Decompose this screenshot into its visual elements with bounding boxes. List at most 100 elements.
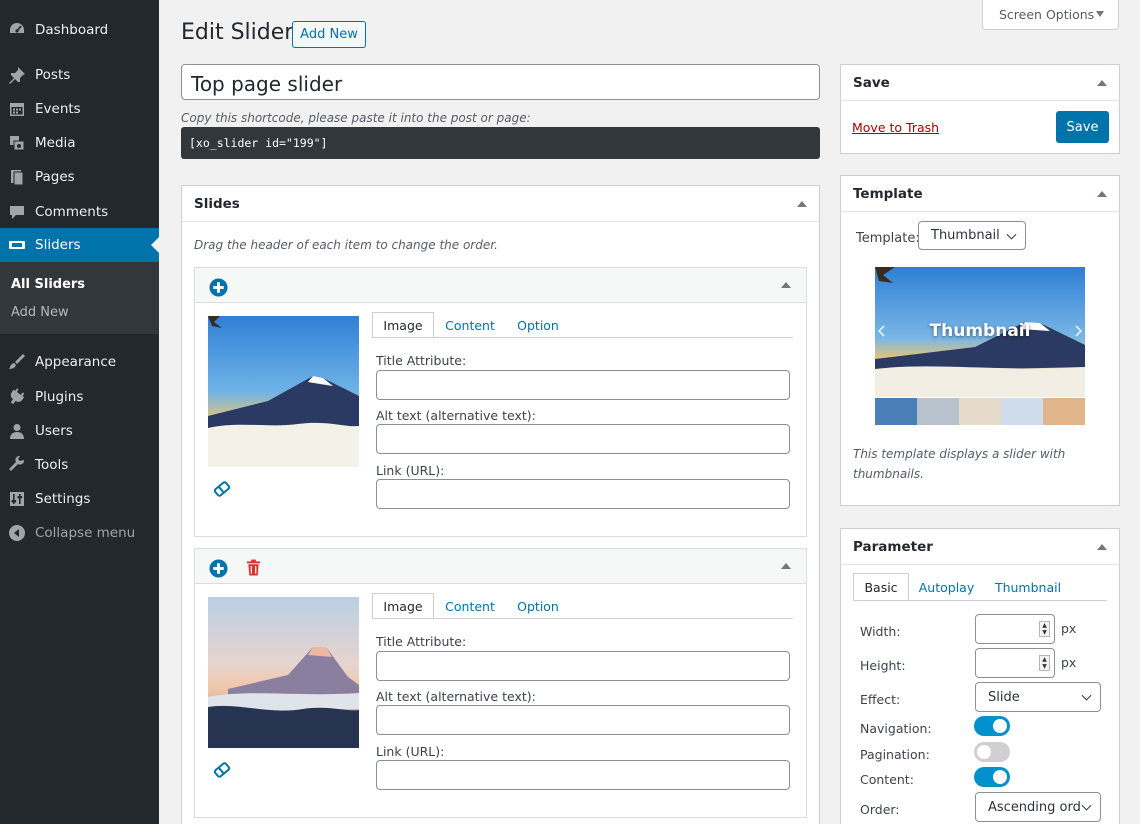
collapse-arrow-icon[interactable]: [1097, 80, 1107, 86]
shortcode-box[interactable]: [xo_slider id="199"]: [181, 127, 820, 159]
menu-users[interactable]: Users: [0, 414, 159, 448]
menu-posts-label: Posts: [35, 67, 71, 83]
template-panel-title: Template: [853, 186, 923, 202]
slide-item: Image Content Option Title Attribute: Al…: [194, 548, 807, 818]
screen-options-button[interactable]: Screen Options: [982, 0, 1119, 30]
menu-events[interactable]: Events: [0, 92, 159, 126]
slides-hint: Drag the header of each item to change t…: [194, 238, 498, 252]
shortcode-text: [xo_slider id="199"]: [189, 136, 328, 150]
template-panel: Template Template: Thumbnail Thumbnail T…: [840, 175, 1120, 506]
menu-media-label: Media: [35, 135, 76, 151]
menu-pages-label: Pages: [35, 169, 75, 185]
menu-posts[interactable]: Posts: [0, 58, 159, 92]
tab-image[interactable]: Image: [372, 593, 434, 619]
template-panel-header[interactable]: Template: [841, 176, 1119, 212]
tab-autoplay[interactable]: Autoplay: [914, 574, 979, 600]
add-slide-icon[interactable]: [209, 278, 228, 297]
menu-appearance[interactable]: Appearance: [0, 345, 159, 379]
tab-image[interactable]: Image: [372, 312, 434, 338]
menu-plugins[interactable]: Plugins: [0, 380, 159, 414]
sliders-submenu: All Sliders Add New: [0, 262, 159, 334]
parameter-panel-header[interactable]: Parameter: [841, 529, 1119, 565]
height-unit: px: [1061, 655, 1077, 670]
pin-icon: [9, 67, 25, 84]
slides-panel-header[interactable]: Slides: [182, 186, 819, 222]
dashboard-icon: [10, 23, 24, 33]
effect-select[interactable]: Slide: [975, 682, 1101, 712]
link-url-input[interactable]: [376, 479, 790, 509]
add-new-button[interactable]: Add New: [292, 21, 366, 48]
toggle-knob: [993, 719, 1007, 733]
user-icon: [10, 424, 24, 439]
brush-icon: [9, 354, 25, 369]
chevron-down-icon: [1081, 800, 1092, 811]
collapse-menu[interactable]: Collapse menu: [0, 516, 159, 550]
calendar-icon: [10, 103, 24, 116]
width-input[interactable]: ▲ ▼: [975, 614, 1055, 644]
content-toggle[interactable]: [974, 767, 1010, 787]
submenu-add-new[interactable]: Add New: [11, 305, 69, 320]
pagination-label: Pagination:: [860, 747, 930, 762]
collapse-arrow-icon[interactable]: [1097, 544, 1107, 550]
menu-sliders[interactable]: Sliders: [0, 228, 159, 262]
height-input[interactable]: ▲ ▼: [975, 648, 1055, 678]
slide-item-header[interactable]: [195, 268, 806, 303]
spinner-icon[interactable]: ▲ ▼: [1039, 621, 1050, 637]
menu-sliders-label: Sliders: [35, 237, 81, 253]
slides-panel-title: Slides: [194, 196, 240, 212]
template-select[interactable]: Thumbnail: [918, 221, 1026, 250]
order-select[interactable]: Ascending ord: [975, 792, 1101, 822]
width-label: Width:: [860, 624, 901, 639]
save-button[interactable]: Save: [1056, 111, 1109, 143]
menu-media[interactable]: Media: [0, 126, 159, 160]
menu-settings-label: Settings: [35, 491, 91, 507]
media-icon: [10, 136, 25, 151]
slide-item: Image Content Option Title Attribute: Al…: [194, 267, 807, 537]
tab-divider: [853, 600, 1107, 601]
tab-option[interactable]: Option: [508, 593, 568, 619]
collapse-arrow-icon[interactable]: [797, 201, 807, 207]
navigation-toggle[interactable]: [974, 716, 1010, 736]
menu-pages[interactable]: Pages: [0, 160, 159, 194]
eraser-icon[interactable]: [212, 760, 232, 780]
screen-options-label: Screen Options: [999, 7, 1095, 22]
submenu-all-sliders[interactable]: All Sliders: [11, 277, 85, 292]
alt-text-input[interactable]: [376, 705, 790, 735]
link-url-input[interactable]: [376, 760, 790, 790]
menu-dashboard[interactable]: Dashboard: [0, 13, 159, 47]
template-description: This template displays a slider with thu…: [853, 447, 1066, 481]
menu-plugins-label: Plugins: [35, 389, 84, 405]
tab-option[interactable]: Option: [508, 312, 568, 338]
slide-item-header[interactable]: [195, 549, 806, 584]
title-attribute-input[interactable]: [376, 370, 790, 400]
wrench-icon: [9, 456, 25, 471]
move-to-trash-link[interactable]: Move to Trash: [852, 120, 939, 135]
width-unit: px: [1061, 621, 1077, 636]
shortcode-hint: Copy this shortcode, please paste it int…: [181, 111, 531, 125]
slider-title-input[interactable]: Top page slider: [181, 64, 820, 100]
eraser-icon[interactable]: [212, 479, 232, 499]
slide-collapse-icon[interactable]: [781, 563, 791, 569]
menu-comments[interactable]: Comments: [0, 195, 159, 229]
save-panel-header[interactable]: Save: [841, 65, 1119, 101]
tab-thumbnail[interactable]: Thumbnail: [991, 574, 1065, 600]
slide-collapse-icon[interactable]: [781, 282, 791, 288]
tab-content[interactable]: Content: [438, 312, 502, 338]
pagination-toggle[interactable]: [974, 742, 1010, 762]
spinner-icon[interactable]: ▲ ▼: [1039, 655, 1050, 671]
add-slide-icon[interactable]: [209, 559, 228, 578]
caret-down-icon: [1096, 11, 1104, 17]
trash-icon[interactable]: [246, 559, 261, 577]
tab-divider: [372, 618, 793, 619]
page-title: Edit Slider: [181, 20, 294, 45]
tab-content[interactable]: Content: [438, 593, 502, 619]
menu-tools[interactable]: Tools: [0, 448, 159, 482]
alt-text-label: Alt text (alternative text):: [376, 408, 536, 423]
save-panel-title: Save: [853, 75, 890, 91]
alt-text-input[interactable]: [376, 424, 790, 454]
title-attribute-input[interactable]: [376, 651, 790, 681]
collapse-arrow-icon[interactable]: [1097, 191, 1107, 197]
order-select-value: Ascending ord: [988, 799, 1081, 815]
menu-settings[interactable]: Settings: [0, 482, 159, 516]
tab-basic[interactable]: Basic: [853, 573, 909, 601]
